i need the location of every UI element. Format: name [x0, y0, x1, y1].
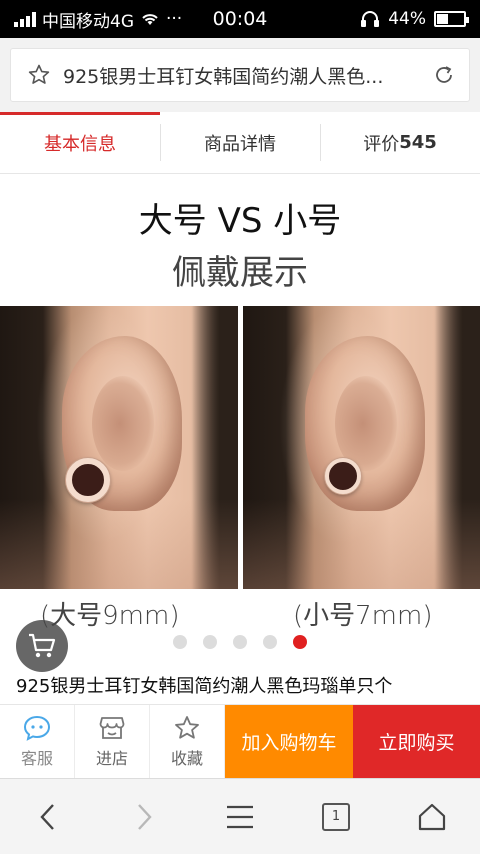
back-button[interactable]: [18, 787, 78, 847]
favorite-button[interactable]: 收藏: [150, 705, 225, 778]
chevron-right-icon: [138, 803, 152, 830]
floating-cart-button[interactable]: [16, 620, 68, 672]
signal-icon: [14, 11, 36, 27]
chevron-left-icon: [40, 803, 54, 830]
customer-service-button[interactable]: 客服: [0, 705, 75, 778]
address-bar[interactable]: 925银男士耳钉女韩国简约潮人黑色...: [10, 48, 470, 102]
large-size-caption: (大号9mm): [40, 601, 180, 631]
chat-bubble-icon: [23, 715, 51, 741]
review-count: 545: [399, 132, 437, 153]
product-image-carousel[interactable]: 大号 VS 小号 佩戴展示 (大号9mm) (小号7mm): [0, 175, 480, 665]
battery-icon: [434, 11, 469, 27]
star-outline-icon: [175, 716, 199, 739]
page-title[interactable]: 925银男士耳钉女韩国简约潮人黑色...: [63, 62, 419, 89]
browser-navigation-bar: 1: [0, 778, 480, 854]
carousel-dot[interactable]: [233, 635, 247, 649]
gallery-subtitle: 佩戴展示: [172, 253, 308, 293]
refresh-icon[interactable]: [431, 62, 457, 88]
purchase-action-bar: 客服 进店 收藏 加入购物车 立即购买: [0, 704, 480, 778]
gallery-title: 大号 VS 小号: [138, 201, 342, 241]
tab-reviews[interactable]: 评价 545: [320, 112, 480, 173]
product-tabs: 基本信息 商品详情 评价 545: [0, 112, 480, 174]
store-icon: [99, 717, 125, 739]
menu-icon: [227, 805, 253, 828]
star-icon[interactable]: [27, 63, 51, 87]
tab-basic-info[interactable]: 基本信息: [0, 112, 160, 173]
home-button[interactable]: [402, 787, 462, 847]
carousel-dot[interactable]: [263, 635, 277, 649]
carrier-label: 中国移动4G: [42, 11, 134, 32]
carousel-dots: [0, 635, 480, 649]
home-icon: [418, 803, 446, 830]
large-size-photo: [0, 306, 238, 589]
carousel-dot[interactable]: [203, 635, 217, 649]
headphones-icon: [361, 11, 380, 27]
tab-count: 1: [322, 802, 350, 831]
battery-percent: 44%: [388, 9, 426, 29]
tab-product-details[interactable]: 商品详情: [160, 112, 320, 173]
cart-icon: [29, 633, 56, 658]
enter-store-button[interactable]: 进店: [75, 705, 150, 778]
product-title: 925银男士耳钉女韩国简约潮人黑色玛瑙单只个: [16, 676, 393, 697]
more-indicator: ···: [166, 9, 183, 29]
menu-button[interactable]: [210, 787, 270, 847]
forward-button[interactable]: [114, 787, 174, 847]
carousel-dot[interactable]: [293, 635, 307, 649]
wifi-icon: [142, 14, 158, 25]
add-to-cart-button[interactable]: 加入购物车: [225, 705, 353, 778]
buy-now-button[interactable]: 立即购买: [353, 705, 480, 778]
small-size-photo: [243, 306, 480, 589]
carousel-dot[interactable]: [173, 635, 187, 649]
tabs-button[interactable]: 1: [306, 787, 366, 847]
status-bar: 中国移动4G ··· 00:04 44%: [0, 0, 480, 38]
address-bar-container: 925银男士耳钉女韩国简约潮人黑色...: [0, 38, 480, 112]
small-size-caption: (小号7mm): [293, 601, 433, 631]
